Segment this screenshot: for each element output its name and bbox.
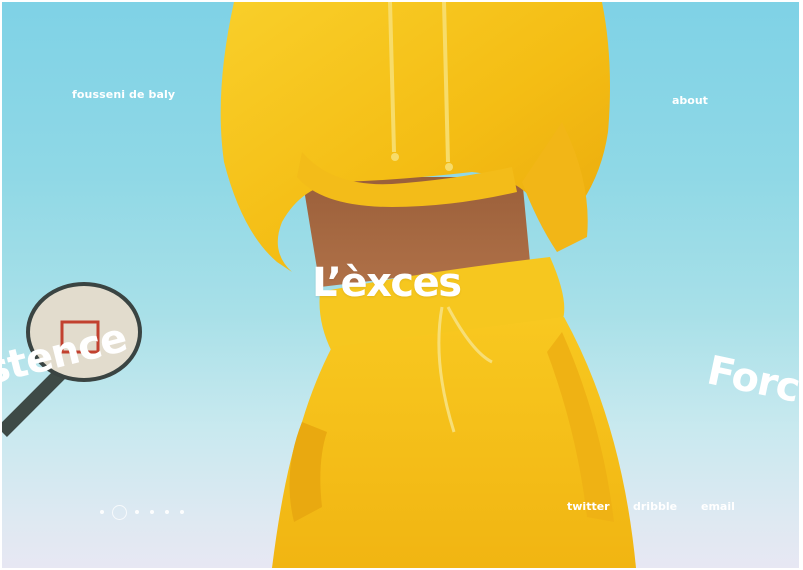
slide-pagination: [100, 502, 184, 522]
landing-page: fousseni de baly about L’èxces istence F…: [0, 0, 803, 570]
nav-about-link[interactable]: about: [672, 94, 708, 107]
pagination-dot[interactable]: [135, 510, 139, 514]
hero-section: fousseni de baly about L’èxces istence F…: [2, 2, 799, 568]
pagination-dot[interactable]: [100, 510, 104, 514]
pagination-dot-active[interactable]: [112, 504, 127, 520]
pagination-dot[interactable]: [150, 510, 154, 514]
pagination-dot[interactable]: [180, 510, 184, 514]
twitter-link[interactable]: twitter: [567, 500, 610, 513]
pagination-dot[interactable]: [165, 510, 169, 514]
hero-headline: L’èxces: [312, 260, 462, 306]
dribbble-link[interactable]: dribble: [633, 500, 677, 513]
site-brand[interactable]: fousseni de baly: [72, 88, 175, 101]
email-link[interactable]: email: [701, 500, 735, 513]
